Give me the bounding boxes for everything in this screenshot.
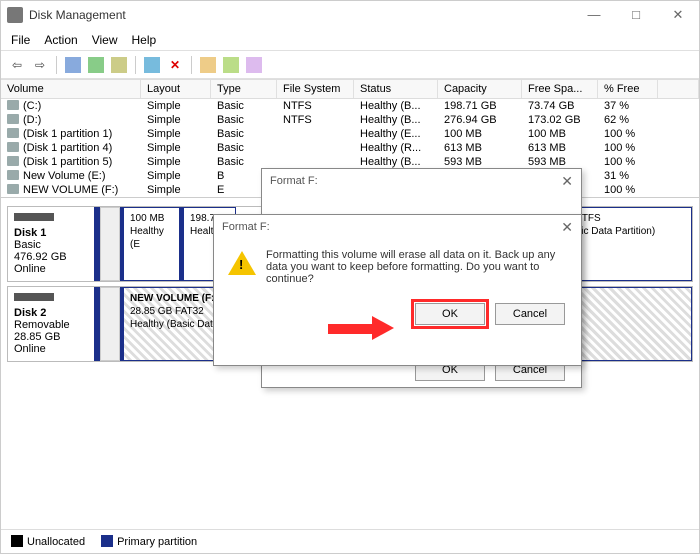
window-title: Disk Management — [29, 8, 126, 22]
close-icon[interactable]: ✕ — [561, 173, 573, 190]
dialog-message: Formatting this volume will erase all da… — [266, 249, 567, 285]
toolbar-icon[interactable] — [109, 55, 129, 75]
table-row[interactable]: (C:)SimpleBasicNTFSHealthy (B...198.71 G… — [1, 99, 699, 113]
col-layout[interactable]: Layout — [141, 80, 211, 98]
col-fs[interactable]: File System — [277, 80, 354, 98]
col-free[interactable]: Free Spa... — [522, 80, 598, 98]
col-status[interactable]: Status — [354, 80, 438, 98]
menu-action[interactable]: Action — [44, 33, 77, 47]
menu-view[interactable]: View — [92, 33, 118, 47]
disk-name: Disk 1 — [14, 227, 46, 239]
toolbar-icon[interactable] — [142, 55, 162, 75]
toolbar-icon[interactable] — [198, 55, 218, 75]
toolbar-icon[interactable] — [244, 55, 264, 75]
col-type[interactable]: Type — [211, 80, 277, 98]
titlebar[interactable]: Disk Management — □ ✕ — [1, 1, 699, 29]
cancel-button[interactable]: Cancel — [495, 303, 565, 325]
table-row[interactable]: (D:)SimpleBasicNTFSHealthy (B...276.94 G… — [1, 113, 699, 127]
format-confirm-dialog: Format F: ✕ Formatting this volume will … — [213, 214, 582, 366]
table-row[interactable]: (Disk 1 partition 5)SimpleBasicHealthy (… — [1, 155, 699, 169]
dialog-title: Format F: — [270, 175, 318, 187]
refresh-icon[interactable] — [86, 55, 106, 75]
legend: Unallocated Primary partition — [1, 529, 699, 553]
maximize-button[interactable]: □ — [621, 7, 651, 23]
toolbar-icon[interactable] — [221, 55, 241, 75]
back-icon[interactable]: ⇦ — [7, 55, 27, 75]
toolbar: ⇦ ⇨ ✕ — [1, 51, 699, 79]
toolbar-icon[interactable] — [63, 55, 83, 75]
ok-button[interactable]: OK — [415, 303, 485, 325]
partition[interactable]: 100 MBHealthy (E — [120, 207, 180, 281]
dialog-title: Format F: — [222, 221, 270, 233]
col-pct[interactable]: % Free — [598, 80, 658, 98]
col-volume[interactable]: Volume — [1, 80, 141, 98]
col-capacity[interactable]: Capacity — [438, 80, 522, 98]
warning-icon — [228, 251, 256, 275]
menu-file[interactable]: File — [11, 33, 30, 47]
menu-help[interactable]: Help — [132, 33, 157, 47]
delete-icon[interactable]: ✕ — [165, 55, 185, 75]
disk-bar-icon — [14, 293, 54, 301]
close-icon[interactable]: ✕ — [561, 219, 573, 236]
disk-bar-icon — [14, 213, 54, 221]
table-row[interactable]: (Disk 1 partition 4)SimpleBasicHealthy (… — [1, 141, 699, 155]
close-button[interactable]: ✕ — [663, 7, 693, 23]
disk-name: Disk 2 — [14, 307, 46, 319]
table-row[interactable]: (Disk 1 partition 1)SimpleBasicHealthy (… — [1, 127, 699, 141]
forward-icon[interactable]: ⇨ — [30, 55, 50, 75]
minimize-button[interactable]: — — [579, 7, 609, 23]
menubar: File Action View Help — [1, 29, 699, 51]
app-icon — [7, 7, 23, 23]
